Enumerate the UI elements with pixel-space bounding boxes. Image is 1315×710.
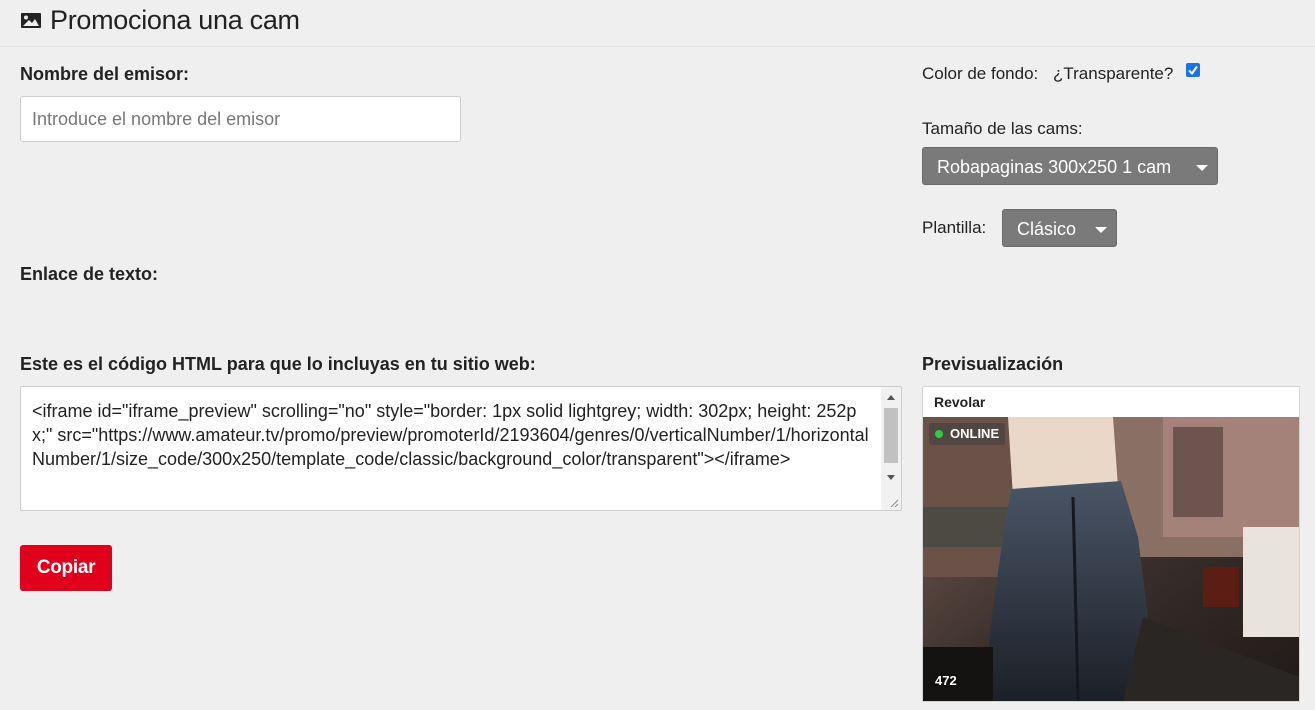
template-label: Plantilla: [922,218,987,237]
viewer-count: 472 [935,673,957,688]
page-title: Promociona una cam [50,5,300,35]
check-icon [1188,65,1198,76]
scroll-down-icon[interactable] [887,475,895,480]
online-dot-icon [935,430,943,438]
online-status-badge: ONLINE [929,423,1006,445]
html-code-text[interactable]: <iframe id="iframe_preview" scrolling="n… [32,399,874,471]
transparent-label: ¿Transparente? [1053,64,1174,83]
bg-color-label: Color de fondo: [922,64,1039,83]
online-status-text: ONLINE [950,426,1000,441]
image-icon [21,13,41,28]
cam-size-value: Robapaginas 300x250 1 cam [937,157,1172,177]
scrollbar-thumb[interactable] [884,408,898,463]
copy-button[interactable]: Copiar [20,545,112,591]
html-code-textarea[interactable]: <iframe id="iframe_preview" scrolling="n… [20,386,902,511]
transparent-checkbox[interactable] [1186,63,1200,77]
template-select[interactable]: Clásico [1002,209,1117,247]
text-link-label: Enlace de texto: [20,264,159,284]
template-value: Clásico [1017,219,1077,239]
html-code-label: Este es el código HTML para que lo inclu… [20,354,536,374]
emitter-name-input[interactable] [20,96,461,142]
cam-size-select[interactable]: Robapaginas 300x250 1 cam [922,147,1218,185]
emitter-label: Nombre del emisor: [20,64,190,84]
cam-thumbnail[interactable]: ONLINE 472 [923,417,1299,701]
scroll-up-icon[interactable] [887,395,895,400]
chevron-down-icon [1095,227,1107,233]
code-scrollbar[interactable] [881,387,901,510]
cam-image [923,417,1299,701]
resize-handle-icon[interactable] [889,498,899,508]
cam-name[interactable]: Revolar [934,394,985,410]
preview-widget[interactable]: Revolar ONLINE 472 [922,386,1300,702]
chevron-down-icon [1196,165,1208,171]
page-header: Promociona una cam [0,0,1315,47]
preview-title: Previsualización [922,354,1064,374]
cam-size-label: Tamaño de las cams: [922,119,1083,138]
